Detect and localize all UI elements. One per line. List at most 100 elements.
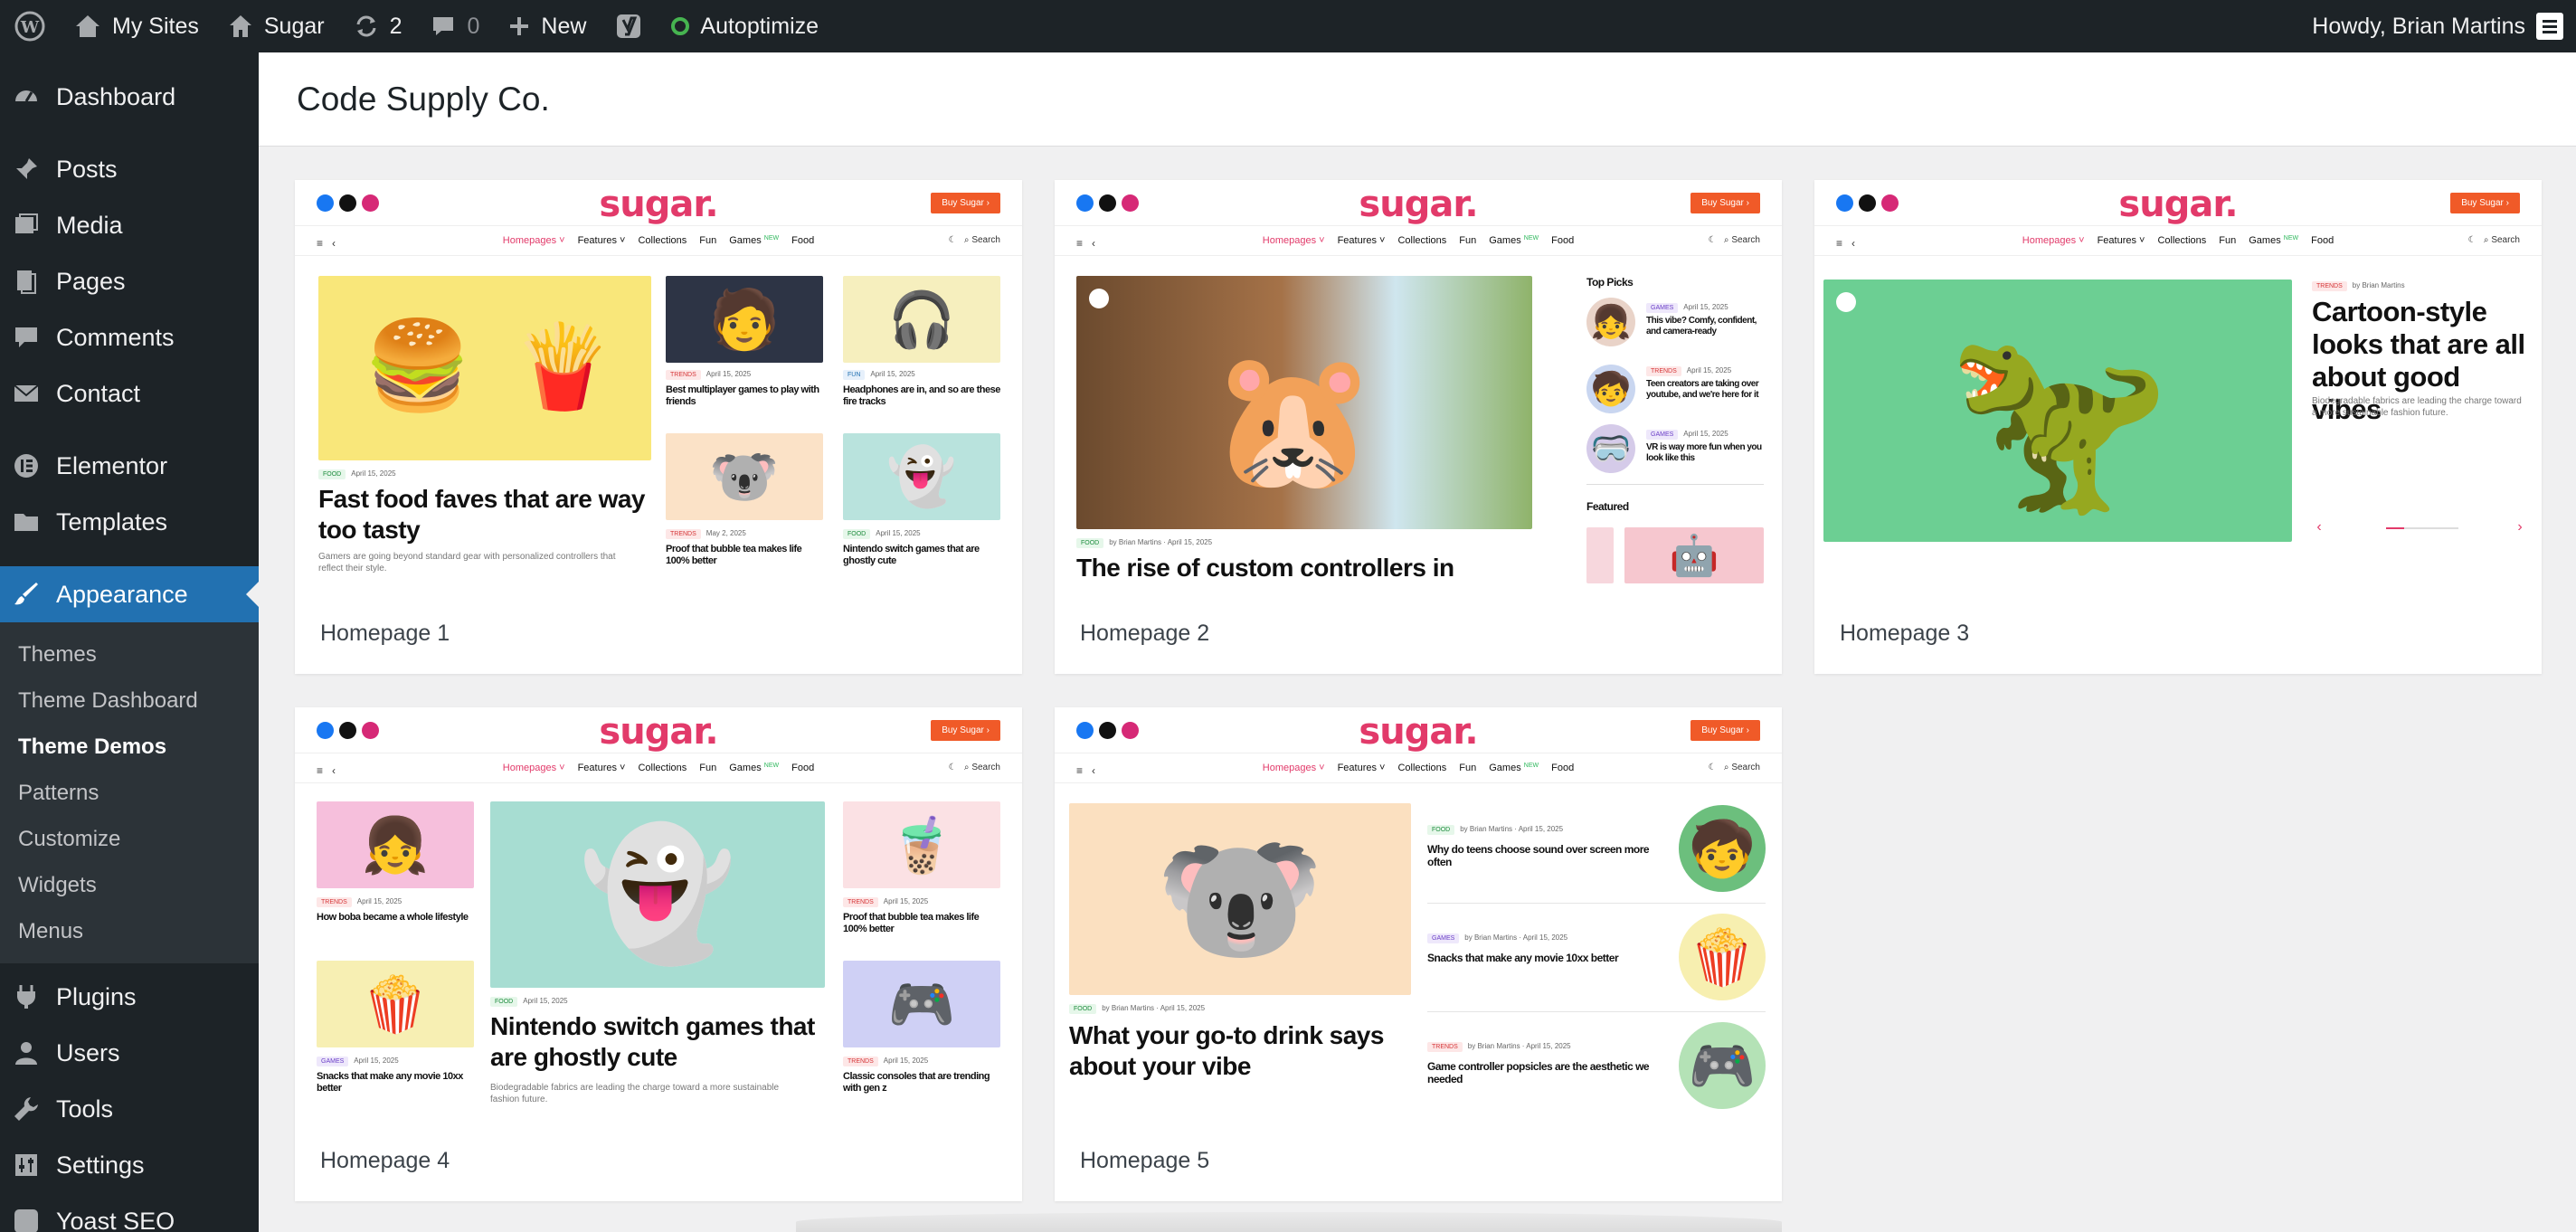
menu-users[interactable]: Users — [0, 1025, 259, 1081]
comment-icon — [433, 17, 454, 35]
admin-bar: W My Sites Sugar 2 0 New Autoptimize How… — [0, 0, 2576, 52]
menu-yoast[interactable]: Yoast SEO — [0, 1193, 259, 1232]
ghost-switch-image: 👻 — [843, 433, 1000, 520]
featured-image — [1586, 527, 1614, 583]
menu-templates[interactable]: Templates — [0, 494, 259, 550]
nav-features: Features ˅ — [1337, 235, 1386, 246]
media-icon — [13, 212, 40, 239]
pushpin-icon — [13, 156, 40, 183]
nav-search: ☾ ⌕ Search — [948, 235, 1000, 245]
autoptimize-label: Autoptimize — [700, 13, 819, 39]
menu-comments-label: Comments — [56, 323, 175, 351]
r1-avatar: 🧒 — [1679, 805, 1766, 892]
demo-card-homepage-1[interactable]: Buy Sugar › sugar. ≡ ‹ Homepages ˅ Featu… — [295, 180, 1022, 674]
instagram-icon — [362, 721, 379, 739]
t1-meta: TRENDS April 15, 2025 — [666, 370, 751, 380]
pick-3-avatar: 🥽 — [1586, 424, 1635, 473]
r2-avatar: 🍿 — [1679, 914, 1766, 1000]
nav-games: Games NEW — [1489, 235, 1539, 246]
menu-posts-label: Posts — [56, 155, 118, 183]
r2-headline: Snacks that make any movie 10xx better — [1427, 952, 1619, 964]
t1-headline: How boba became a whole lifestyle — [317, 912, 469, 923]
site-logo: sugar. — [1359, 711, 1478, 753]
menu-pages-label: Pages — [56, 267, 126, 295]
menu-appearance-label: Appearance — [56, 580, 188, 608]
pick-1-headline: This vibe? Comfy, confident, and camera-… — [1646, 316, 1757, 336]
x-icon — [1099, 721, 1116, 739]
new-content-button[interactable]: New — [494, 0, 601, 52]
site-logo: sugar. — [2118, 184, 2238, 225]
paintbrush-icon — [13, 581, 40, 608]
nav-food: Food — [2311, 235, 2334, 246]
submenu-menus[interactable]: Menus — [0, 908, 259, 954]
preview-nav: ≡ ‹ Homepages ˅ Features ˅ Collections F… — [1055, 225, 1782, 256]
submenu-theme-dashboard[interactable]: Theme Dashboard — [0, 678, 259, 724]
page-header: Code Supply Co. — [259, 52, 2576, 147]
menu-media[interactable]: Media — [0, 197, 259, 253]
x-icon — [339, 721, 356, 739]
nav-games: Games NEW — [1489, 763, 1539, 773]
dino-hoodie-image: 🦖 — [1823, 280, 2292, 542]
menu-posts[interactable]: Posts — [0, 141, 259, 197]
hamster-reading-image: 🐹 — [1076, 276, 1532, 529]
wp-logo-button[interactable]: W — [0, 0, 60, 52]
nav-search: ☾ ⌕ Search — [1708, 235, 1760, 245]
account-button[interactable]: Howdy, Brian Martins — [2297, 0, 2576, 52]
menu-appearance[interactable]: Appearance — [0, 566, 259, 622]
submenu-theme-demos[interactable]: Theme Demos — [0, 724, 259, 770]
menu-templates-label: Templates — [56, 507, 168, 535]
t2-headline: Snacks that make any movie 10xx better — [317, 1071, 463, 1094]
social-icons — [317, 721, 379, 739]
t3-meta: TRENDS April 15, 2025 — [843, 897, 928, 907]
instagram-icon — [1122, 194, 1139, 212]
submenu-widgets[interactable]: Widgets — [0, 862, 259, 908]
nav-homepages: Homepages ˅ — [502, 763, 565, 773]
demo-card-homepage-5[interactable]: Buy Sugar › sugar. ≡ ‹ Homepages ˅ Featu… — [1055, 707, 1782, 1201]
demo-label: Homepage 1 — [320, 621, 450, 646]
submenu-patterns[interactable]: Patterns — [0, 770, 259, 816]
nav-games: Games NEW — [2249, 235, 2299, 246]
demo-preview: Buy Sugar › sugar. ≡ ‹ Homepages ˅ Featu… — [295, 707, 1022, 1111]
nav-collections: Collections — [1397, 235, 1447, 246]
featured-heading: Featured — [1586, 500, 1629, 513]
menu-comments[interactable]: Comments — [0, 309, 259, 365]
instagram-icon — [1122, 721, 1139, 739]
demo-card-homepage-4[interactable]: Buy Sugar › sugar. ≡ ‹ Homepages ˅ Featu… — [295, 707, 1022, 1201]
t4-headline: Classic consoles that are trending with … — [843, 1071, 990, 1094]
slider-progress — [2386, 527, 2458, 529]
updates-button[interactable]: 2 — [339, 0, 417, 52]
site-name-button[interactable]: Sugar — [213, 0, 339, 52]
yoast-button[interactable] — [601, 0, 657, 52]
demo-card-homepage-2[interactable]: Buy Sugar › sugar. ≡ ‹ Homepages ˅ Featu… — [1055, 180, 1782, 674]
submenu-customize[interactable]: Customize — [0, 816, 259, 862]
t4-headline: Nintendo switch games that are ghostly c… — [843, 544, 980, 566]
menu-contact[interactable]: Contact — [0, 365, 259, 422]
submenu-themes[interactable]: Themes — [0, 631, 259, 678]
menu-pages[interactable]: Pages — [0, 253, 259, 309]
menu-plugins[interactable]: Plugins — [0, 969, 259, 1025]
main-headline: Fast food faves that are way too tasty — [318, 485, 646, 544]
demo-card-homepage-3[interactable]: Buy Sugar › sugar. ≡ ‹ Homepages ˅ Featu… — [1814, 180, 2542, 674]
my-sites-button[interactable]: My Sites — [60, 0, 213, 52]
updates-icon — [356, 15, 376, 37]
menu-dashboard[interactable]: Dashboard — [0, 69, 259, 125]
autoptimize-button[interactable]: Autoptimize — [657, 0, 833, 52]
new-label: New — [541, 13, 587, 39]
page-title: Code Supply Co. — [297, 80, 550, 118]
social-icons — [317, 194, 379, 212]
main-meta: FOOD April 15, 2025 — [490, 997, 568, 1007]
menu-elementor[interactable]: Elementor — [0, 438, 259, 494]
buy-button: Buy Sugar › — [931, 192, 1000, 213]
menu-tools[interactable]: Tools — [0, 1081, 259, 1137]
comments-button[interactable]: 0 — [416, 0, 494, 52]
r2-meta: GAMES by Brian Martins · April 15, 2025 — [1427, 933, 1567, 943]
nav-search: ☾ ⌕ Search — [948, 763, 1000, 772]
x-icon — [339, 194, 356, 212]
nav-collections: Collections — [638, 235, 687, 246]
top-picks-heading: Top Picks — [1586, 276, 1634, 289]
nav-homepages: Homepages ˅ — [1262, 763, 1325, 773]
main-headline: The rise of custom controllers in — [1076, 554, 1454, 582]
nav-fun: Fun — [1459, 235, 1477, 246]
menu-settings[interactable]: Settings — [0, 1137, 259, 1193]
user-icon — [13, 1039, 40, 1066]
